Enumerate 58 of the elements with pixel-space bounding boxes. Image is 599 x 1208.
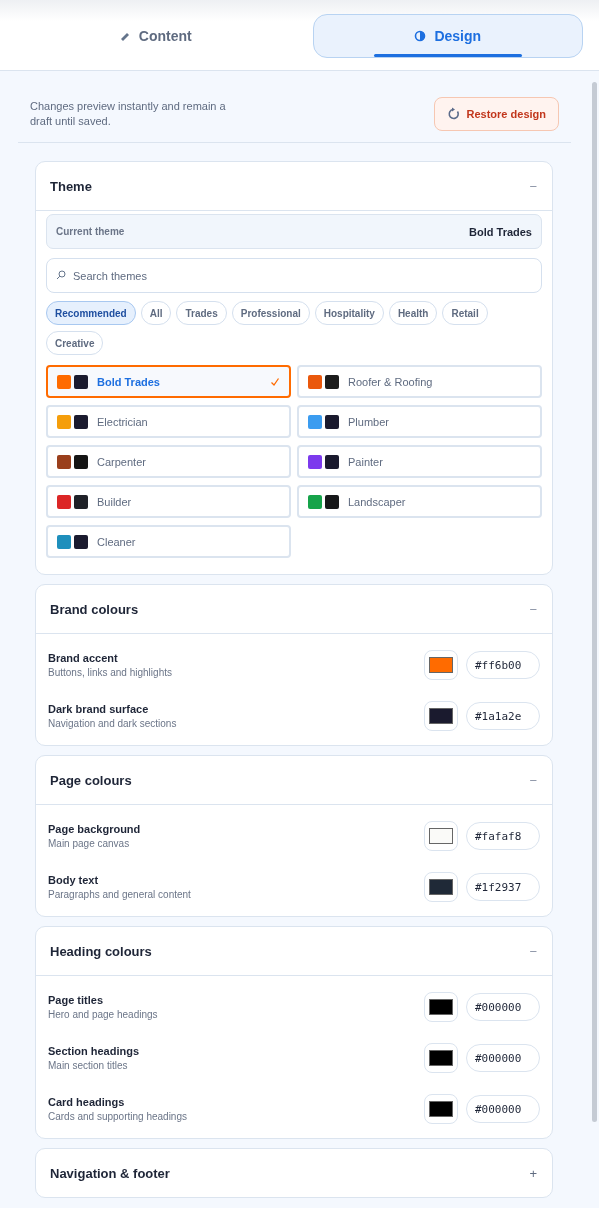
check-icon xyxy=(270,376,280,387)
refresh-icon xyxy=(446,107,461,121)
current-theme-label: Current theme xyxy=(56,226,125,237)
section-title: Theme xyxy=(50,178,92,194)
toggle-button[interactable]: − xyxy=(527,772,539,788)
colour-hint: Main page canvas xyxy=(48,838,131,849)
colour-picker[interactable] xyxy=(424,992,458,1022)
toggle-button[interactable]: + xyxy=(527,1165,539,1181)
colour-label: Body text xyxy=(48,874,100,886)
colour-label: Brand accent xyxy=(48,652,119,664)
filter-chip[interactable]: Trades xyxy=(176,301,227,325)
theme-option[interactable]: Electrician xyxy=(46,405,291,438)
colour-label: Card headings xyxy=(48,1096,126,1108)
section-title: Navigation & footer xyxy=(50,1165,170,1181)
toggle-button[interactable]: − xyxy=(527,943,539,959)
theme-option[interactable]: Bold Trades xyxy=(46,365,291,398)
filter-chip[interactable]: All xyxy=(140,301,172,325)
filter-chip[interactable]: Retail xyxy=(442,301,488,325)
theme-option[interactable]: Builder xyxy=(46,485,291,518)
colour-label: Page background xyxy=(48,823,142,835)
scrollbar[interactable] xyxy=(592,82,597,1122)
contrast-icon xyxy=(414,30,427,42)
colour-hint: Hero and page headings xyxy=(48,1009,159,1020)
section-title: Brand colours xyxy=(50,601,139,617)
filter-chip[interactable]: Recommended xyxy=(46,301,136,325)
colour-label: Dark brand surface xyxy=(48,703,150,715)
theme-option[interactable]: Cleaner xyxy=(46,525,291,558)
search-icon xyxy=(56,270,66,280)
section-title: Heading colours xyxy=(50,943,152,959)
current-theme-value: Bold Trades xyxy=(469,225,532,238)
restore-design-button[interactable]: Restore design xyxy=(433,97,559,131)
colour-hint: Buttons, links and highlights xyxy=(48,667,173,678)
toggle-button[interactable]: − xyxy=(527,178,539,194)
filter-chip[interactable]: Health xyxy=(388,301,438,325)
colour-hint: Main section titles xyxy=(48,1060,129,1071)
colour-picker[interactable] xyxy=(424,701,458,731)
intro-text: Changes preview instantly and remain a draft until saved. xyxy=(30,99,227,129)
filter-chip[interactable]: Hospitality xyxy=(314,301,384,325)
colour-label: Page titles xyxy=(48,994,105,1006)
tab[interactable]: Content xyxy=(20,14,291,58)
colour-hint: Navigation and dark sections xyxy=(48,718,178,729)
section-title: Page colours xyxy=(50,772,132,788)
filter-chip[interactable]: Creative xyxy=(46,331,104,355)
colour-picker[interactable] xyxy=(424,872,458,902)
theme-option[interactable]: Landscaper xyxy=(297,485,542,518)
theme-option[interactable]: Painter xyxy=(297,445,542,478)
colour-picker[interactable] xyxy=(424,1043,458,1073)
theme-option[interactable]: Roofer & Roofing xyxy=(297,365,542,398)
colour-hint: Cards and supporting headings xyxy=(48,1111,188,1122)
filter-chip[interactable]: Professional xyxy=(231,301,310,325)
search-field[interactable]: Search themes xyxy=(46,258,542,293)
colour-hint: Paragraphs and general content xyxy=(48,889,192,900)
colour-label: Section headings xyxy=(48,1045,141,1057)
toggle-button[interactable]: − xyxy=(527,601,539,617)
tab[interactable]: Design xyxy=(312,14,583,58)
colour-picker[interactable] xyxy=(424,1094,458,1124)
theme-option[interactable]: Carpenter xyxy=(46,445,291,478)
theme-option[interactable]: Plumber xyxy=(297,405,542,438)
